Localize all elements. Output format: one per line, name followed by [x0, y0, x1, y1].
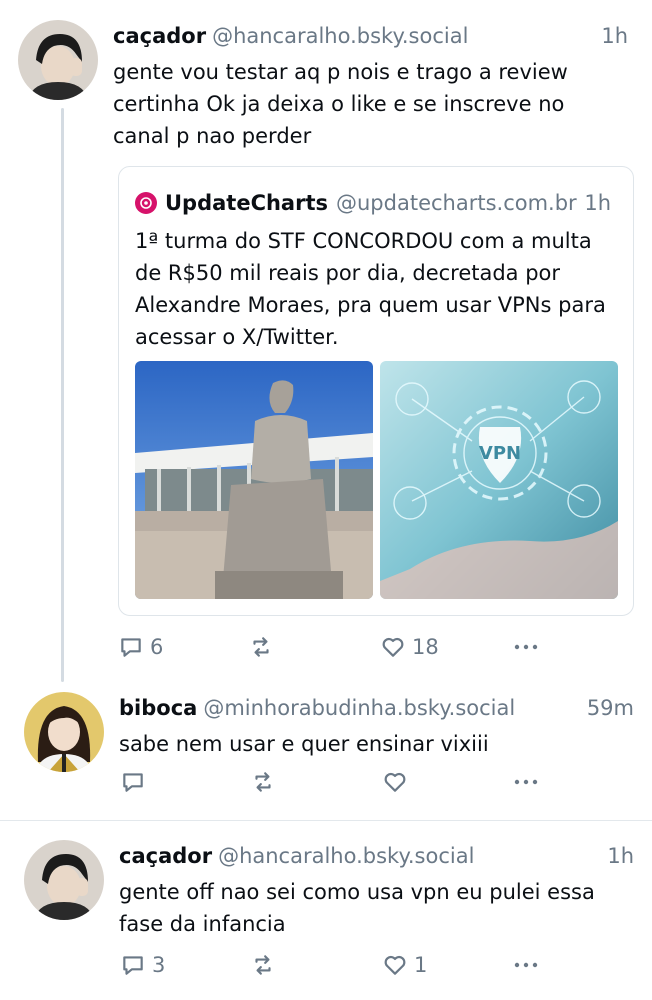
repost-icon [255, 955, 271, 975]
reply-button[interactable] [120, 769, 152, 795]
post-time[interactable]: 59m [587, 694, 634, 722]
more-button[interactable] [512, 952, 540, 978]
author-handle[interactable]: @hancaralho.bsky.social [212, 24, 468, 48]
post-actions [120, 769, 620, 799]
repost-button[interactable] [250, 952, 276, 978]
like-button[interactable]: 1 [382, 952, 427, 978]
author-name[interactable]: caçador [113, 24, 206, 48]
heart-icon [382, 638, 404, 657]
reply-count: 6 [150, 635, 164, 659]
more-icon [514, 962, 538, 968]
reply-icon [123, 956, 143, 975]
more-icon [514, 644, 538, 650]
reply-icon [123, 773, 143, 792]
quote-author-name[interactable]: UpdateCharts [165, 189, 328, 217]
post-header: caçador @hancaralho.bsky.social [119, 842, 474, 870]
like-button[interactable] [382, 769, 414, 795]
avatar[interactable] [18, 20, 98, 100]
like-button[interactable]: 18 [380, 634, 439, 660]
quote-time: 1h [584, 191, 611, 215]
quoted-post[interactable]: UpdateCharts @updatecharts.com.br 1h 1ª t… [118, 166, 634, 616]
repost-icon [253, 637, 269, 657]
post-divider [0, 820, 652, 821]
post-actions: 6 18 [118, 634, 618, 664]
more-button[interactable] [512, 769, 540, 795]
reply-count: 3 [152, 953, 166, 977]
repost-icon [255, 772, 271, 792]
svg-text:VPN: VPN [479, 443, 521, 464]
author-name[interactable]: biboca [119, 696, 197, 720]
avatar[interactable] [24, 840, 104, 920]
quote-image-vpn[interactable]: VPN [380, 361, 618, 599]
avatar[interactable] [24, 692, 104, 772]
post-text: gente off nao sei como usa vpn eu pulei … [119, 880, 595, 936]
heart-icon [384, 956, 406, 975]
post-3[interactable]: caçador @hancaralho.bsky.social 1h gente … [0, 822, 652, 1000]
post-text: sabe nem usar e quer ensinar vixiii [119, 732, 489, 756]
author-handle[interactable]: @hancaralho.bsky.social [218, 844, 474, 868]
quote-image-statue[interactable] [135, 361, 373, 599]
quote-header: UpdateCharts @updatecharts.com.br [135, 189, 577, 217]
thread-line [61, 108, 64, 682]
post-header: biboca @minhorabudinha.bsky.social [119, 694, 515, 722]
post-2[interactable]: biboca @minhorabudinha.bsky.social 59m sa… [0, 690, 652, 818]
reply-button[interactable]: 3 [120, 952, 165, 978]
updatecharts-logo-icon [135, 192, 157, 214]
more-button[interactable] [512, 634, 540, 660]
author-handle[interactable]: @minhorabudinha.bsky.social [203, 696, 515, 720]
like-count: 1 [414, 953, 428, 977]
repost-button[interactable] [250, 769, 276, 795]
repost-button[interactable] [248, 634, 274, 660]
reply-button[interactable]: 6 [118, 634, 163, 660]
quote-author-handle[interactable]: @updatecharts.com.br [336, 189, 577, 217]
post-actions: 3 1 [120, 952, 620, 982]
post-1[interactable]: caçador @hancaralho.bsky.social 1h gente … [0, 0, 652, 690]
like-count: 18 [412, 635, 439, 659]
more-icon [514, 779, 538, 785]
heart-icon [384, 773, 406, 792]
reply-icon [121, 638, 141, 657]
post-header: caçador @hancaralho.bsky.social [113, 22, 468, 50]
post-time[interactable]: 1h [607, 842, 634, 870]
post-text: gente vou testar aq p nois e trago a rev… [113, 60, 568, 148]
post-time[interactable]: 1h [601, 22, 628, 50]
quote-text: 1ª turma do STF CONCORDOU com a multa de… [135, 229, 606, 349]
author-name[interactable]: caçador [119, 844, 212, 868]
